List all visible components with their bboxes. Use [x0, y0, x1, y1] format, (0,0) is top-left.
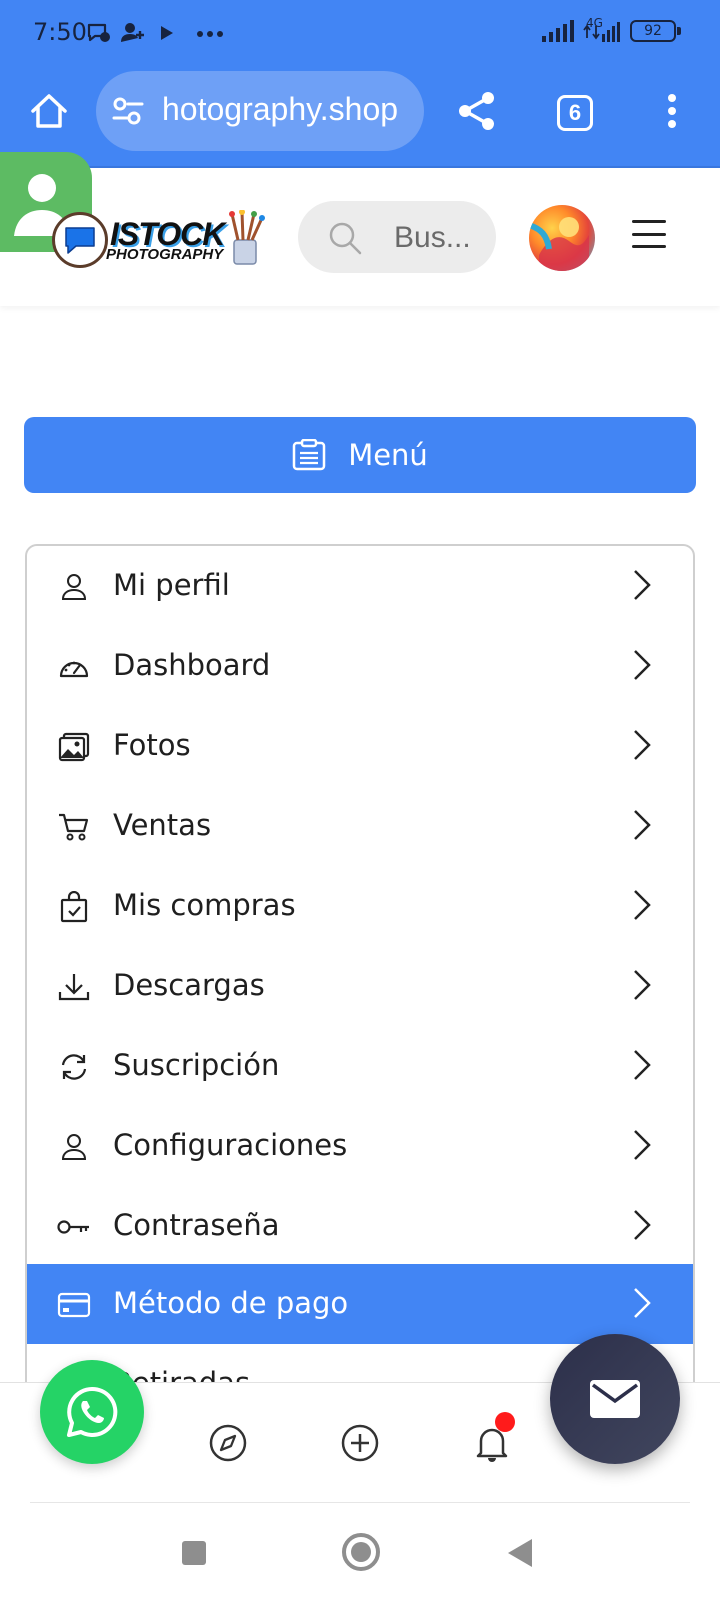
status-time: 7:50 — [33, 18, 87, 46]
menu-item-suscripcion[interactable]: Suscripción — [27, 1026, 693, 1106]
menu-item-label: Método de pago — [113, 1286, 349, 1320]
account-menu-list: Mi perfil Dashboard Fotos Ventas Mis com… — [25, 544, 695, 1384]
user-avatar[interactable] — [529, 205, 595, 271]
recents-button[interactable] — [182, 1541, 206, 1565]
menu-item-label: Suscripción — [113, 1048, 280, 1082]
chevron-right-icon — [634, 1130, 651, 1160]
status-right-group: 92 — [542, 20, 681, 42]
clipboard-list-icon — [292, 439, 326, 471]
overflow-menu-button[interactable] — [650, 88, 694, 134]
more-dots-icon — [197, 31, 223, 37]
address-bar[interactable]: hotography.shop — [96, 71, 424, 151]
menu-item-contrasena[interactable]: Contraseña — [27, 1186, 693, 1266]
cart-icon — [59, 813, 89, 841]
paint-brushes-icon — [229, 210, 265, 265]
refresh-icon — [61, 1054, 87, 1080]
bag-check-icon — [60, 891, 88, 923]
chat-icon — [65, 227, 95, 254]
user-settings-icon — [61, 1134, 87, 1160]
chevron-right-icon — [634, 1050, 651, 1080]
menu-item-label: Configuraciones — [113, 1128, 348, 1162]
chevron-right-icon — [634, 810, 651, 840]
contact-add-icon — [121, 23, 144, 42]
network-type-label: 4G — [586, 16, 603, 30]
home-icon — [31, 94, 67, 128]
menu-item-label: Descargas — [113, 968, 265, 1002]
tab-count: 6 — [557, 95, 593, 131]
overflow-menu-icon — [668, 94, 676, 128]
tabs-button[interactable]: 6 — [552, 90, 598, 136]
hamburger-menu-button[interactable] — [632, 220, 666, 248]
site-search[interactable]: Bus... — [298, 201, 496, 273]
site-header: ISTOCK PHOTOGRAPHY Bus... — [0, 168, 720, 306]
signal-icon — [542, 20, 574, 42]
avatar-image — [529, 217, 589, 271]
chevron-right-icon — [634, 650, 651, 680]
menu-item-configuraciones[interactable]: Configuraciones — [27, 1106, 693, 1186]
hamburger-line — [632, 245, 666, 248]
menu-toggle-button[interactable]: Menú — [24, 417, 696, 493]
share-button[interactable] — [452, 86, 502, 136]
site-settings-icon[interactable] — [112, 97, 144, 125]
logo-subtitle: PHOTOGRAPHY — [106, 246, 224, 263]
notification-dot — [495, 1412, 515, 1432]
url-text[interactable]: hotography.shop — [162, 91, 398, 128]
menu-item-label: Contraseña — [113, 1208, 280, 1242]
play-icon — [161, 26, 173, 40]
back-button[interactable] — [508, 1539, 532, 1567]
menu-item-label: Mi perfil — [113, 568, 230, 602]
whatsapp-button[interactable] — [40, 1360, 144, 1464]
menu-item-descargas[interactable]: Descargas — [27, 946, 693, 1026]
key-icon — [57, 1220, 89, 1234]
dashboard-gauge-icon — [59, 661, 89, 678]
menu-item-mis-compras[interactable]: Mis compras — [27, 866, 693, 946]
browser-toolbar: hotography.shop 6 — [0, 68, 720, 168]
search-placeholder: Bus... — [394, 221, 471, 254]
menu-item-fotos[interactable]: Fotos — [27, 706, 693, 786]
user-icon — [61, 574, 87, 600]
images-icon — [58, 732, 90, 762]
battery-icon: 92 — [630, 20, 681, 42]
menu-item-label: Fotos — [113, 728, 191, 762]
menu-item-label: Ventas — [113, 808, 212, 842]
menu-item-label: Mis compras — [113, 888, 296, 922]
chevron-right-icon — [634, 890, 651, 920]
chevron-right-icon — [634, 730, 651, 760]
mail-icon — [590, 1380, 640, 1418]
menu-item-dashboard[interactable]: Dashboard — [27, 626, 693, 706]
add-circle-icon[interactable] — [340, 1423, 380, 1463]
menu-item-ventas[interactable]: Ventas — [27, 786, 693, 866]
system-navigation-bar — [0, 1503, 720, 1600]
chevron-right-icon — [634, 570, 651, 600]
chevron-right-icon — [634, 1288, 651, 1318]
search-icon — [329, 222, 362, 255]
messages-badge[interactable] — [52, 212, 108, 268]
home-system-button[interactable] — [342, 1533, 380, 1571]
menu-toggle-label: Menú — [348, 438, 428, 472]
whatsapp-icon — [67, 1386, 118, 1437]
hamburger-line — [632, 220, 666, 223]
menu-item-label: Dashboard — [113, 648, 271, 682]
credit-card-icon — [57, 1292, 91, 1318]
home-button[interactable] — [26, 88, 72, 134]
battery-level: 92 — [644, 23, 662, 39]
explore-compass-icon[interactable] — [208, 1423, 248, 1463]
hamburger-line — [632, 232, 666, 236]
mail-button[interactable] — [550, 1334, 680, 1464]
download-icon — [58, 974, 90, 1001]
menu-item-mi-perfil[interactable]: Mi perfil — [27, 546, 693, 626]
share-icon — [459, 92, 494, 130]
chevron-right-icon — [634, 970, 651, 1000]
menu-item-metodo-de-pago[interactable]: Método de pago — [27, 1264, 693, 1344]
chevron-right-icon — [634, 1210, 651, 1240]
message-notification-icon — [87, 23, 110, 42]
status-bar: 7:50 92 4G — [0, 0, 720, 68]
